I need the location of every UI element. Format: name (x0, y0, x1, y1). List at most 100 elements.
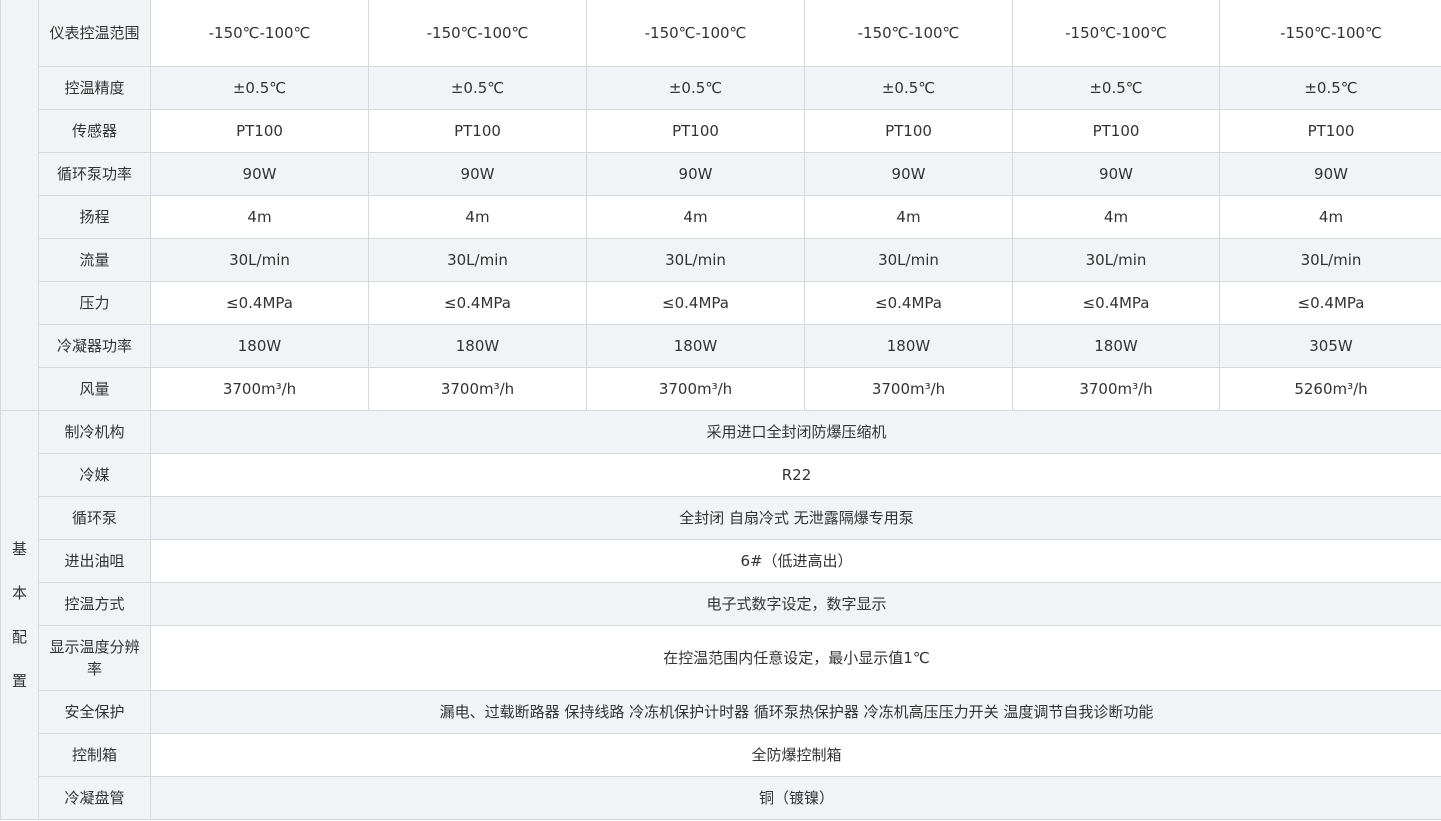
row-label: 循环泵功率 (38, 152, 151, 196)
spec-value-cell: ±0.5℃ (1219, 66, 1441, 110)
row-label: 风量 (38, 367, 151, 411)
row-label: 流量 (38, 238, 151, 282)
spec-value-cell: PT100 (804, 109, 1013, 153)
spec-value-cell: 3700m³/h (368, 367, 587, 411)
spec-value-cell: 30L/min (368, 238, 587, 282)
table-row: 扬程 4m 4m 4m 4m 4m 4m (1, 195, 1441, 239)
config-group-label: 基本配置 (11, 540, 27, 690)
spec-value-cell: ≤0.4MPa (1219, 281, 1441, 325)
spec-value-cell: -150℃-100℃ (368, 0, 587, 67)
spec-value-cell: ≤0.4MPa (150, 281, 369, 325)
config-value-cell: 漏电、过载断路器 保持线路 冷冻机保护计时器 循环泵热保护器 冷冻机高压压力开关… (150, 690, 1441, 734)
row-label: 制冷机构 (38, 410, 151, 454)
spec-value-cell: ≤0.4MPa (368, 281, 587, 325)
table-row: 安全保护 漏电、过载断路器 保持线路 冷冻机保护计时器 循环泵热保护器 冷冻机高压… (1, 690, 1441, 734)
spec-value-cell: 4m (368, 195, 587, 239)
spec-value-cell: 5260m³/h (1219, 367, 1441, 411)
table-row: 冷凝器功率 180W 180W 180W 180W 180W 305W (1, 324, 1441, 368)
spec-value-cell: -150℃-100℃ (1219, 0, 1441, 67)
spec-value-cell: PT100 (150, 109, 369, 153)
spec-value-cell: 90W (1012, 152, 1220, 196)
config-group-cell: 基本配置 (0, 410, 39, 820)
table-row: 控温精度 ±0.5℃ ±0.5℃ ±0.5℃ ±0.5℃ ±0.5℃ ±0.5℃ (1, 66, 1441, 110)
table-row: 进出油咀 6#（低进高出） (1, 539, 1441, 583)
spec-group-cell (0, 0, 39, 411)
spec-value-cell: ±0.5℃ (586, 66, 805, 110)
table-row: 风量 3700m³/h 3700m³/h 3700m³/h 3700m³/h 3700m³… (1, 367, 1441, 411)
spec-value-cell: -150℃-100℃ (586, 0, 805, 67)
row-label: 传感器 (38, 109, 151, 153)
spec-value-cell: 30L/min (1219, 238, 1441, 282)
spec-value-cell: 305W (1219, 324, 1441, 368)
spec-value-cell: 4m (1219, 195, 1441, 239)
spec-value-cell: 3700m³/h (150, 367, 369, 411)
spec-value-cell: ±0.5℃ (150, 66, 369, 110)
spec-value-cell: 3700m³/h (586, 367, 805, 411)
spec-value-cell: 90W (150, 152, 369, 196)
spec-value-cell: -150℃-100℃ (804, 0, 1013, 67)
row-label: 控温方式 (38, 582, 151, 626)
row-label: 控温精度 (38, 66, 151, 110)
spec-value-cell: 3700m³/h (1012, 367, 1220, 411)
spec-value-cell: ≤0.4MPa (1012, 281, 1220, 325)
spec-value-cell: 90W (368, 152, 587, 196)
spec-value-cell: 30L/min (586, 238, 805, 282)
config-value-cell: R22 (150, 453, 1441, 497)
spec-table: 仪表控温范围 -150℃-100℃ -150℃-100℃ -150℃-100℃ -150… (0, 0, 1441, 820)
spec-value-cell: PT100 (1012, 109, 1220, 153)
table-row: 仪表控温范围 -150℃-100℃ -150℃-100℃ -150℃-100℃ -150… (0, 0, 1441, 411)
spec-value-cell: 180W (586, 324, 805, 368)
spec-value-cell: 90W (1219, 152, 1441, 196)
table-row: 冷凝盘管 铜（镀镍） (1, 776, 1441, 820)
spec-value-cell: 90W (804, 152, 1013, 196)
table-row: 显示温度分辨率 在控温范围内任意设定，最小显示值1℃ (1, 625, 1441, 691)
spec-value-cell: ≤0.4MPa (586, 281, 805, 325)
spec-value-cell: PT100 (368, 109, 587, 153)
spec-value-cell: PT100 (1219, 109, 1441, 153)
row-label: 循环泵 (38, 496, 151, 540)
spec-value-cell: ±0.5℃ (368, 66, 587, 110)
row-label: 冷媒 (38, 453, 151, 497)
config-value-cell: 在控温范围内任意设定，最小显示值1℃ (150, 625, 1441, 691)
row-label: 显示温度分辨率 (38, 625, 151, 691)
table-row: 控温方式 电子式数字设定，数字显示 (1, 582, 1441, 626)
spec-value-cell: 3700m³/h (804, 367, 1013, 411)
row-label: 扬程 (38, 195, 151, 239)
table-row: 冷媒 R22 (1, 453, 1441, 497)
config-value-cell: 采用进口全封闭防爆压缩机 (150, 410, 1441, 454)
config-value-cell: 6#（低进高出） (150, 539, 1441, 583)
spec-value-cell: ±0.5℃ (804, 66, 1013, 110)
row-label: 冷凝器功率 (38, 324, 151, 368)
spec-value-cell: -150℃-100℃ (1012, 0, 1220, 67)
config-value-cell: 电子式数字设定，数字显示 (150, 582, 1441, 626)
spec-value-cell: 180W (1012, 324, 1220, 368)
config-value-cell: 全封闭 自扇冷式 无泄露隔爆专用泵 (150, 496, 1441, 540)
table-row: 循环泵功率 90W 90W 90W 90W 90W 90W (1, 152, 1441, 196)
row-label: 安全保护 (38, 690, 151, 734)
spec-value-cell: 4m (804, 195, 1013, 239)
table-row: 控制箱 全防爆控制箱 (1, 733, 1441, 777)
spec-value-cell: 180W (150, 324, 369, 368)
spec-value-cell: 90W (586, 152, 805, 196)
row-label: 进出油咀 (38, 539, 151, 583)
row-label: 控制箱 (38, 733, 151, 777)
spec-value-cell: 180W (804, 324, 1013, 368)
table-row: 基本配置 制冷机构 采用进口全封闭防爆压缩机 (0, 410, 1441, 820)
table-row: 流量 30L/min 30L/min 30L/min 30L/min 30L/min 30L… (1, 238, 1441, 282)
table-row: 循环泵 全封闭 自扇冷式 无泄露隔爆专用泵 (1, 496, 1441, 540)
spec-value-cell: 180W (368, 324, 587, 368)
spec-value-cell: 30L/min (150, 238, 369, 282)
table-row: 传感器 PT100 PT100 PT100 PT100 PT100 PT100 (1, 109, 1441, 153)
spec-value-cell: ≤0.4MPa (804, 281, 1013, 325)
row-label: 仪表控温范围 (38, 0, 151, 67)
spec-value-cell: 4m (586, 195, 805, 239)
table-row: 压力 ≤0.4MPa ≤0.4MPa ≤0.4MPa ≤0.4MPa ≤0.4MPa ≤0.… (1, 281, 1441, 325)
spec-value-cell: PT100 (586, 109, 805, 153)
spec-value-cell: 30L/min (804, 238, 1013, 282)
spec-value-cell: -150℃-100℃ (150, 0, 369, 67)
row-label: 压力 (38, 281, 151, 325)
config-value-cell: 铜（镀镍） (150, 776, 1441, 820)
spec-value-cell: 4m (1012, 195, 1220, 239)
spec-value-cell: 30L/min (1012, 238, 1220, 282)
spec-value-cell: ±0.5℃ (1012, 66, 1220, 110)
